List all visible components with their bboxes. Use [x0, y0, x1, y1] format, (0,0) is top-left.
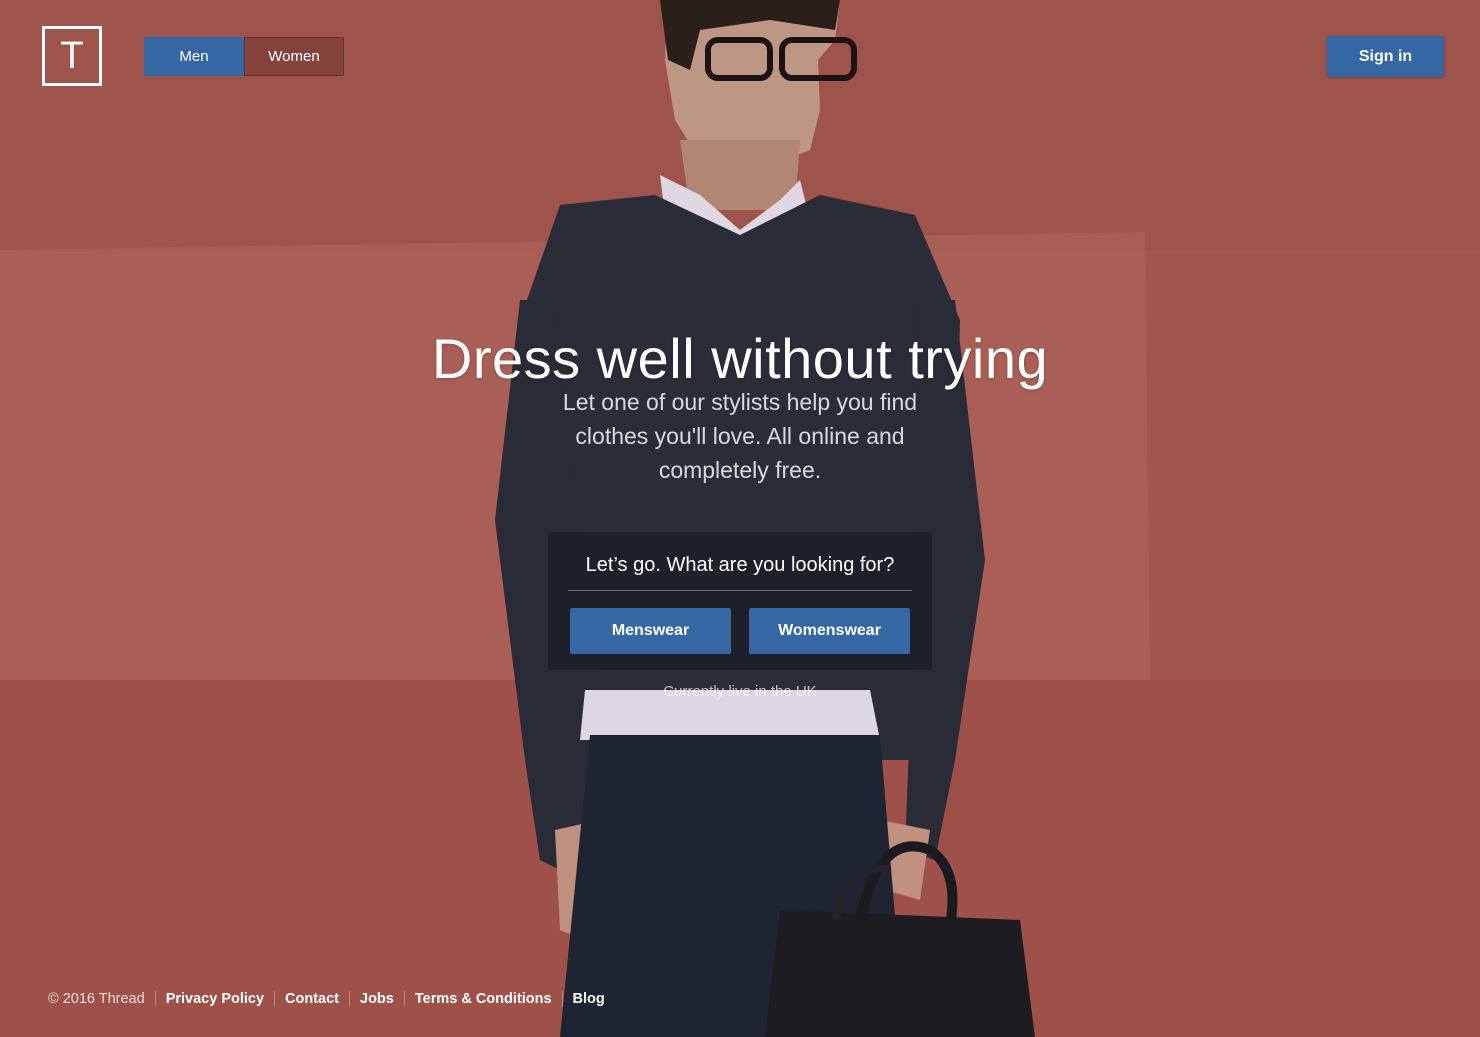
footer-link-contact[interactable]: Contact: [285, 991, 339, 1007]
hero-subhead: Let one of our stylists help you find cl…: [562, 389, 918, 483]
footer-link-terms[interactable]: Terms & Conditions: [415, 991, 552, 1007]
footer-link-jobs[interactable]: Jobs: [360, 991, 394, 1007]
footer-link-privacy-policy[interactable]: Privacy Policy: [166, 991, 264, 1007]
hero-overlay: [0, 0, 1480, 1037]
hero-background: [0, 0, 1480, 1037]
footer-separator: [349, 991, 351, 1007]
gender-toggle: Men Women: [144, 37, 344, 76]
cta-question: Let’s go. What are you looking for?: [585, 554, 895, 576]
thread-logo[interactable]: T: [42, 26, 102, 86]
footer-separator: [561, 991, 563, 1007]
availability-note: Currently live in the UK: [663, 683, 817, 700]
womenswear-button[interactable]: Womenswear: [749, 608, 910, 654]
footer-link-blog[interactable]: Blog: [573, 991, 605, 1007]
footer-separator: [274, 991, 276, 1007]
menswear-button[interactable]: Menswear: [570, 608, 731, 654]
sign-in-button[interactable]: Sign in: [1327, 36, 1444, 77]
footer: © 2016 Thread Privacy Policy Contact Job…: [48, 988, 605, 1010]
logo-letter: T: [60, 35, 84, 77]
gender-women-button[interactable]: Women: [244, 37, 344, 76]
cta-panel: Let’s go. What are you looking for? Mens…: [548, 532, 932, 670]
footer-copyright: © 2016 Thread: [48, 991, 145, 1007]
footer-separator: [154, 991, 156, 1007]
gender-men-button[interactable]: Men: [144, 37, 244, 76]
footer-separator: [403, 991, 405, 1007]
cta-divider: [568, 590, 912, 591]
